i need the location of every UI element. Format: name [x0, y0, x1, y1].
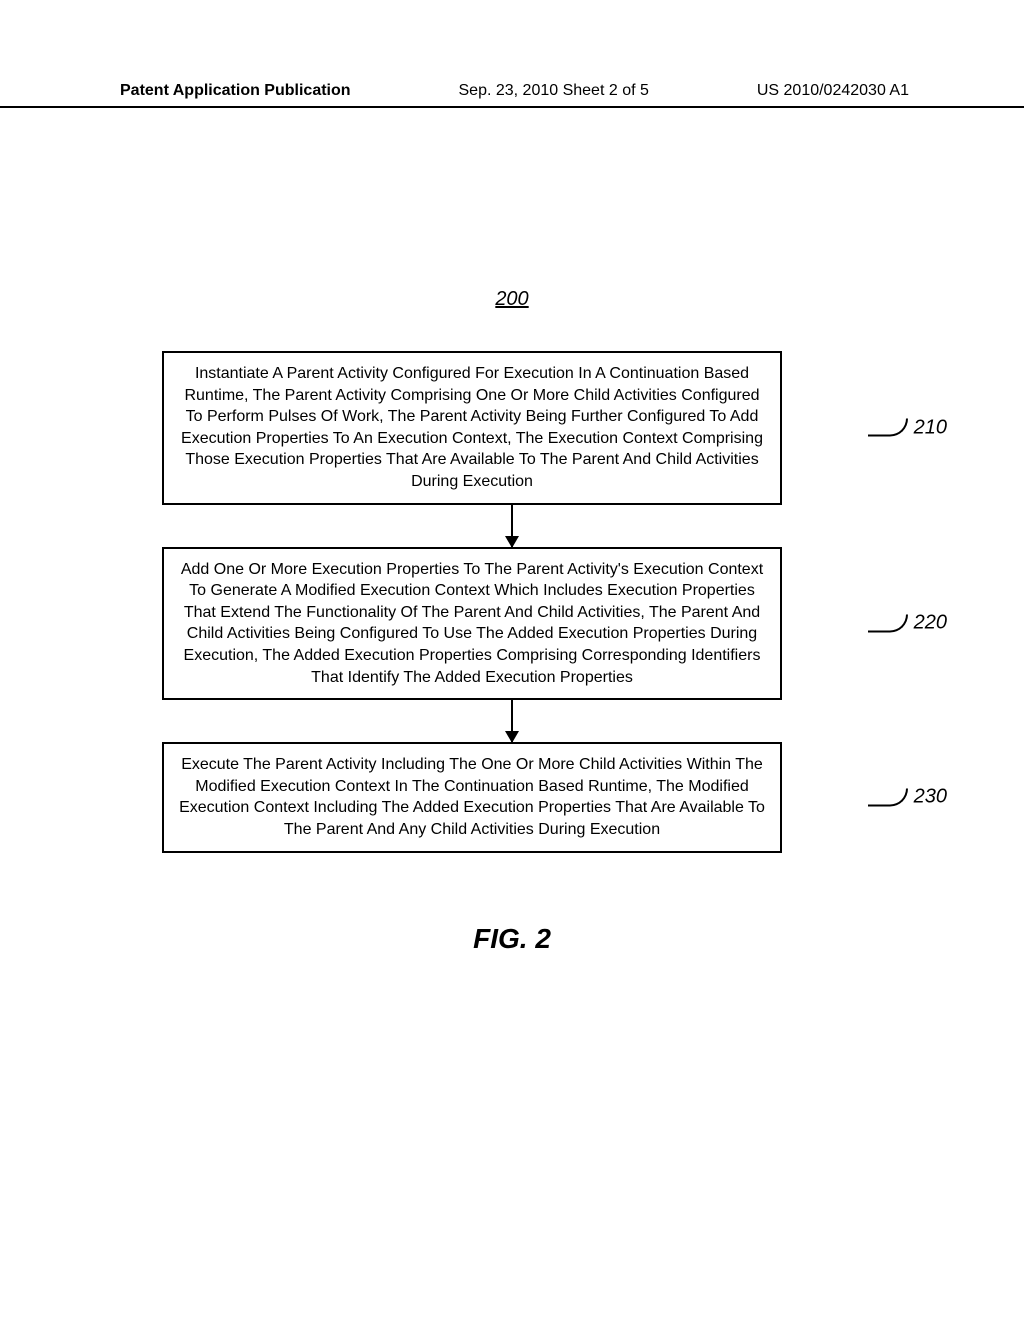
step-1-reference: 210: [868, 416, 947, 439]
arrow-down-icon: [511, 700, 513, 742]
flowchart-step-3: Execute The Parent Activity Including Th…: [162, 742, 782, 852]
content-area: 200 Instantiate A Parent Activity Config…: [0, 288, 1024, 955]
callout-connector-icon: [868, 614, 908, 632]
flowchart-step-2: Add One Or More Execution Properties To …: [162, 547, 782, 701]
flowchart-step-2-container: Add One Or More Execution Properties To …: [162, 547, 862, 701]
arrow-down-icon: [511, 505, 513, 547]
header-date-sheet: Sep. 23, 2010 Sheet 2 of 5: [459, 82, 649, 100]
step-3-reference: 230: [868, 786, 947, 809]
header-patent-number: US 2010/0242030 A1: [757, 82, 909, 100]
step-3-ref-number: 230: [914, 786, 947, 809]
step-2-ref-number: 220: [914, 612, 947, 635]
figure-number: 200: [120, 288, 904, 311]
figure-label: FIG. 2: [120, 923, 904, 955]
page-header: Patent Application Publication Sep. 23, …: [0, 0, 1024, 108]
flowchart-step-3-container: Execute The Parent Activity Including Th…: [162, 742, 862, 852]
callout-connector-icon: [868, 419, 908, 437]
header-publication-type: Patent Application Publication: [120, 82, 351, 100]
flowchart-step-1-container: Instantiate A Parent Activity Configured…: [162, 351, 862, 505]
step-2-reference: 220: [868, 612, 947, 635]
flowchart: Instantiate A Parent Activity Configured…: [162, 351, 862, 853]
callout-connector-icon: [868, 788, 908, 806]
step-1-ref-number: 210: [914, 416, 947, 439]
flowchart-step-1: Instantiate A Parent Activity Configured…: [162, 351, 782, 505]
